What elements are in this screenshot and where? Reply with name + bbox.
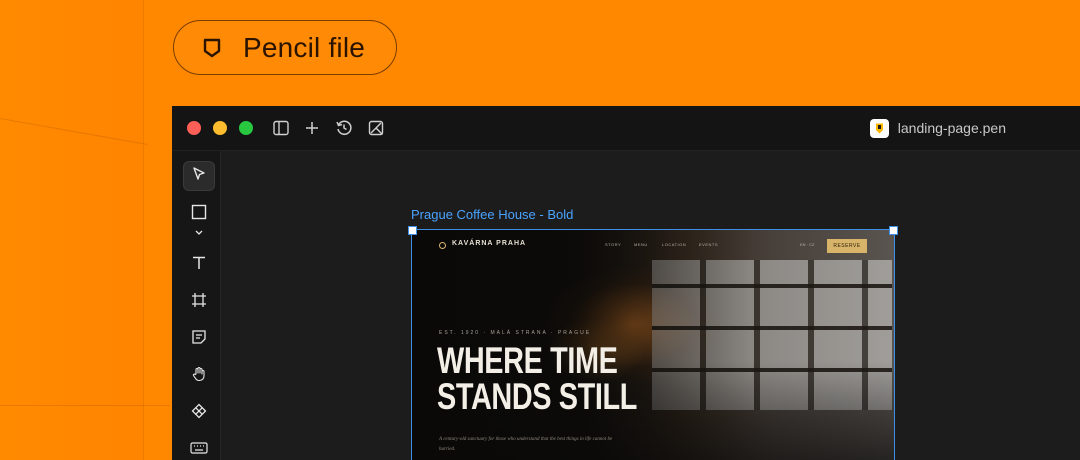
chevron-down-icon	[194, 224, 204, 242]
text-tool[interactable]	[183, 250, 215, 280]
frame-icon	[191, 292, 207, 313]
resize-handle-top-left[interactable]	[408, 226, 417, 235]
frame-label[interactable]: Prague Coffee House - Bold	[411, 207, 573, 222]
file-name: landing-page.pen	[897, 120, 1006, 136]
hand-icon	[191, 366, 207, 387]
pencil-tag-icon	[202, 37, 222, 59]
decorative-line	[0, 405, 170, 406]
minimize-window-button[interactable]	[213, 121, 227, 135]
close-window-button[interactable]	[187, 121, 201, 135]
site-language-switch: EN · CZ	[800, 242, 815, 247]
maximize-window-button[interactable]	[239, 121, 253, 135]
select-tool[interactable]	[183, 161, 215, 191]
site-navbar: KAVÁRNA PRAHA STORY MENU LOCATION EVENTS…	[412, 230, 894, 260]
keyboard-icon	[190, 441, 208, 460]
history-icon[interactable]	[335, 119, 353, 137]
text-icon	[191, 255, 207, 276]
file-tab[interactable]: landing-page.pen	[869, 118, 1006, 138]
component-tool[interactable]	[183, 398, 215, 428]
site-nav-link: STORY	[605, 242, 622, 247]
rectangle-icon	[191, 204, 207, 225]
hand-tool[interactable]	[183, 361, 215, 391]
left-panel-edge	[0, 0, 144, 460]
brand-logo-icon	[439, 242, 446, 249]
components-icon[interactable]	[367, 119, 385, 137]
resize-handle-top-right[interactable]	[889, 226, 898, 235]
site-nav-link: MENU	[634, 242, 648, 247]
plus-icon[interactable]	[303, 119, 321, 137]
title-bar: landing-page.pen	[172, 106, 1080, 151]
keyboard-tool[interactable]	[183, 435, 215, 460]
hero-headline-line: WHERE TIME	[437, 340, 618, 381]
sticky-note-icon	[191, 329, 207, 350]
pencil-app-icon	[869, 118, 889, 138]
hero-headline-line: STANDS STILL	[437, 376, 638, 417]
shape-menu-toggle[interactable]	[183, 225, 215, 241]
component-diamond-icon	[191, 403, 207, 424]
hero-eyebrow: EST. 1920 · MALÁ STRANA · PRAGUE	[439, 330, 592, 336]
select-arrow-icon	[191, 166, 207, 187]
app-window: landing-page.pen Prague Coffee House - B…	[172, 106, 1080, 460]
sidebar-toggle-icon[interactable]	[272, 119, 290, 137]
site-nav-link: LOCATION	[662, 242, 687, 247]
hero-headline: WHERE TIME STANDS STILL	[437, 340, 638, 417]
tool-sidebar	[172, 151, 221, 460]
hero-copy: A century-old sanctuary for those who un…	[439, 437, 613, 452]
note-tool[interactable]	[183, 324, 215, 354]
frame-tool[interactable]	[183, 287, 215, 317]
site-reserve-button: RESERVE	[827, 239, 867, 253]
selected-frame[interactable]: KAVÁRNA PRAHA STORY MENU LOCATION EVENTS…	[411, 229, 895, 460]
site-nav-link: EVENTS	[699, 242, 719, 247]
badge-label: Pencil file	[243, 32, 366, 63]
pencil-file-badge: Pencil file	[173, 20, 397, 75]
site-brand: KAVÁRNA PRAHA	[452, 240, 527, 247]
design-canvas[interactable]: Prague Coffee House - Bold KAVÁRNA PRAHA…	[221, 151, 1080, 460]
